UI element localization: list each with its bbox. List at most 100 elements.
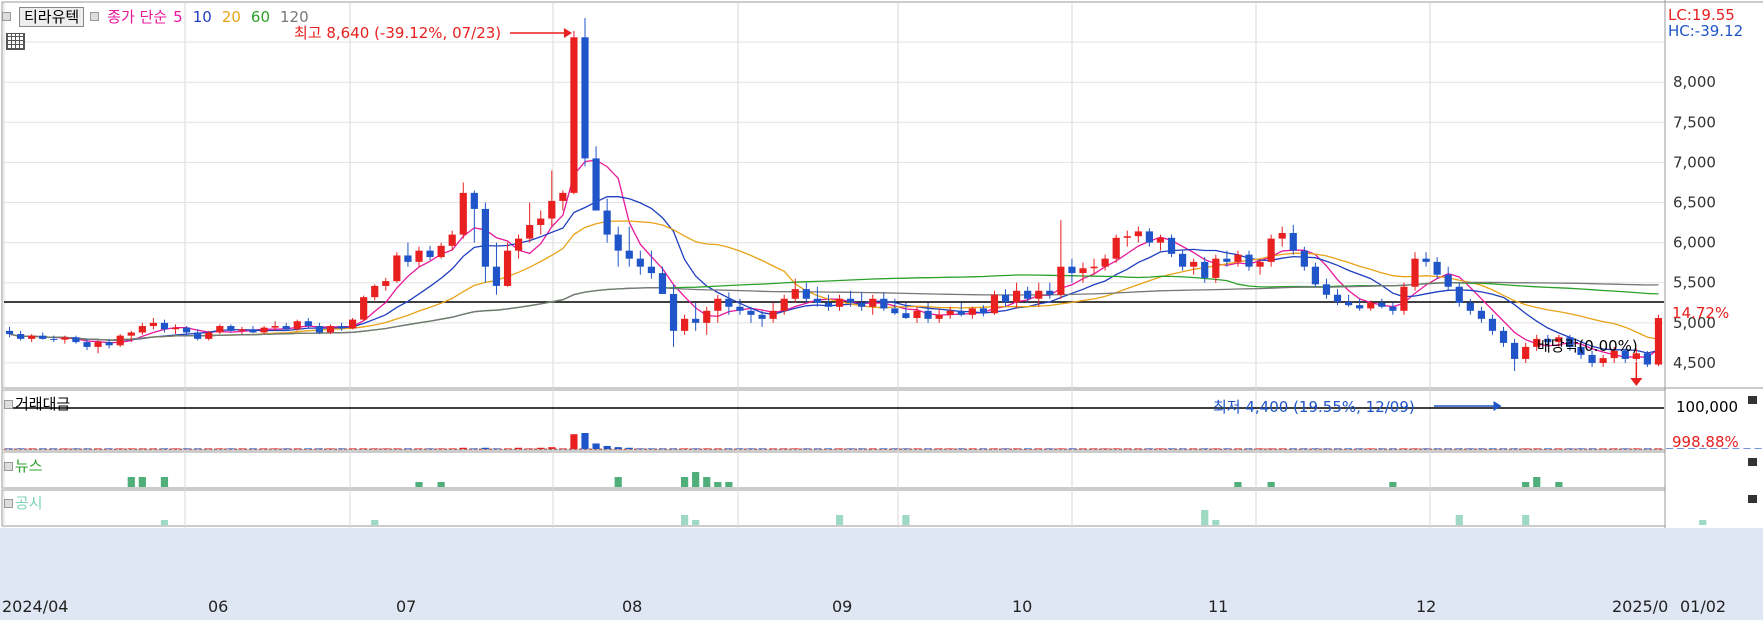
candle-body [315,326,323,333]
candlestick-series [5,18,1663,371]
stock-name-button[interactable]: 티라유텍 [19,6,85,27]
volume-bar [1256,448,1264,449]
news-bar [1522,482,1530,487]
volume-collapse-icon[interactable] [1748,396,1757,404]
volume-bar [957,448,965,449]
legend-toggle[interactable] [2,12,11,21]
candle-body [1179,253,1187,267]
volume-bar [891,448,899,449]
price-tick-label: 6,000 [1673,234,1716,252]
news-bar [160,477,169,487]
candle-body [1068,266,1076,274]
price-tick-label: 7,000 [1673,153,1716,171]
panel-toggle[interactable] [4,499,13,508]
candle-body [725,298,733,307]
volume-bar [1389,448,1397,449]
volume-bar [1422,448,1430,449]
candle-body [149,322,157,327]
candle-body [50,338,58,340]
volume-bar [1134,448,1142,449]
candle-body [692,318,700,323]
candle-body [404,255,412,262]
ma-period-60[interactable]: 60 [251,8,270,26]
ma-period-5[interactable]: 5 [173,8,183,26]
candle-body [979,308,987,314]
panel-toggle[interactable] [4,462,13,471]
volume-bar [1068,448,1076,449]
volume-bar [1212,448,1220,449]
candle-body [614,234,622,251]
panel-toggle[interactable] [4,400,13,409]
candle-body [1234,254,1242,262]
news-bar [614,477,622,487]
volume-bar [636,448,644,449]
volume-bar [780,448,788,449]
candle-body [1422,258,1430,262]
candle-body [448,234,456,246]
candle-body [869,298,877,307]
volume-bar [946,448,954,449]
volume-bar [304,448,312,449]
ma-label: 종가 단순 [107,8,168,26]
volume-bar [1345,448,1353,449]
candle-body [968,308,976,315]
ma-toggle[interactable] [90,12,100,21]
volume-bar [72,448,80,449]
volume-bar [703,448,711,449]
candle-body [127,332,135,336]
volume-bar [1267,448,1275,449]
volume-bar [39,448,47,449]
disclosure-collapse-icon[interactable] [1748,495,1757,503]
volume-bar [17,448,25,449]
legend-bar: 티라유텍 종가 단순 5 10 20 60 120 [2,6,309,27]
high-annotation: 최고 8,640 (-39.12%, 07/23) [294,24,502,42]
volume-bar [1477,448,1485,449]
disclosure-bar [1212,520,1220,525]
volume-bar [581,433,589,449]
ma-period-20[interactable]: 20 [222,8,241,26]
candle-body [647,266,655,274]
candle-body [526,224,534,239]
volume-bar [1300,448,1308,449]
grid-icon[interactable] [6,33,25,50]
candle-body [1267,238,1275,262]
candle-body [138,326,146,333]
candle-body [1499,330,1508,343]
candle-body [813,298,821,303]
news-bar [1267,482,1275,487]
candle-body [703,310,711,323]
candle-body [990,294,999,314]
candle-body [39,335,47,339]
volume-bar [1245,448,1253,449]
candle-body [1466,302,1474,311]
candle-body [592,158,600,211]
candle-body [492,266,501,286]
disclosure-bar [681,515,689,525]
candle-body [1522,346,1530,359]
candle-body [481,208,489,267]
date-tick-label: 08 [622,597,642,616]
volume-bar [1511,448,1519,449]
date-tick-label: 09 [832,597,852,616]
candle-body [227,326,235,331]
volume-bar [127,448,135,449]
volume-bar [1411,448,1419,449]
volume-bar [1123,448,1131,449]
price-tick-label: 6,500 [1673,194,1716,212]
volume-bar [1455,448,1463,449]
volume-bar [835,448,844,449]
candle-body [94,342,102,347]
news-bars [127,472,1563,487]
candle-body [1090,266,1098,269]
candle-body [1212,258,1220,278]
news-collapse-icon[interactable] [1748,458,1757,466]
news-bar [703,477,711,487]
candle-body [238,329,246,331]
date-tick-label: 12 [1416,597,1436,616]
volume-bar [736,448,744,449]
candle-body [61,337,69,340]
volume-bar [83,448,91,449]
candle-body [1013,290,1021,302]
ma-period-10[interactable]: 10 [193,8,212,26]
news-bar [714,482,722,487]
